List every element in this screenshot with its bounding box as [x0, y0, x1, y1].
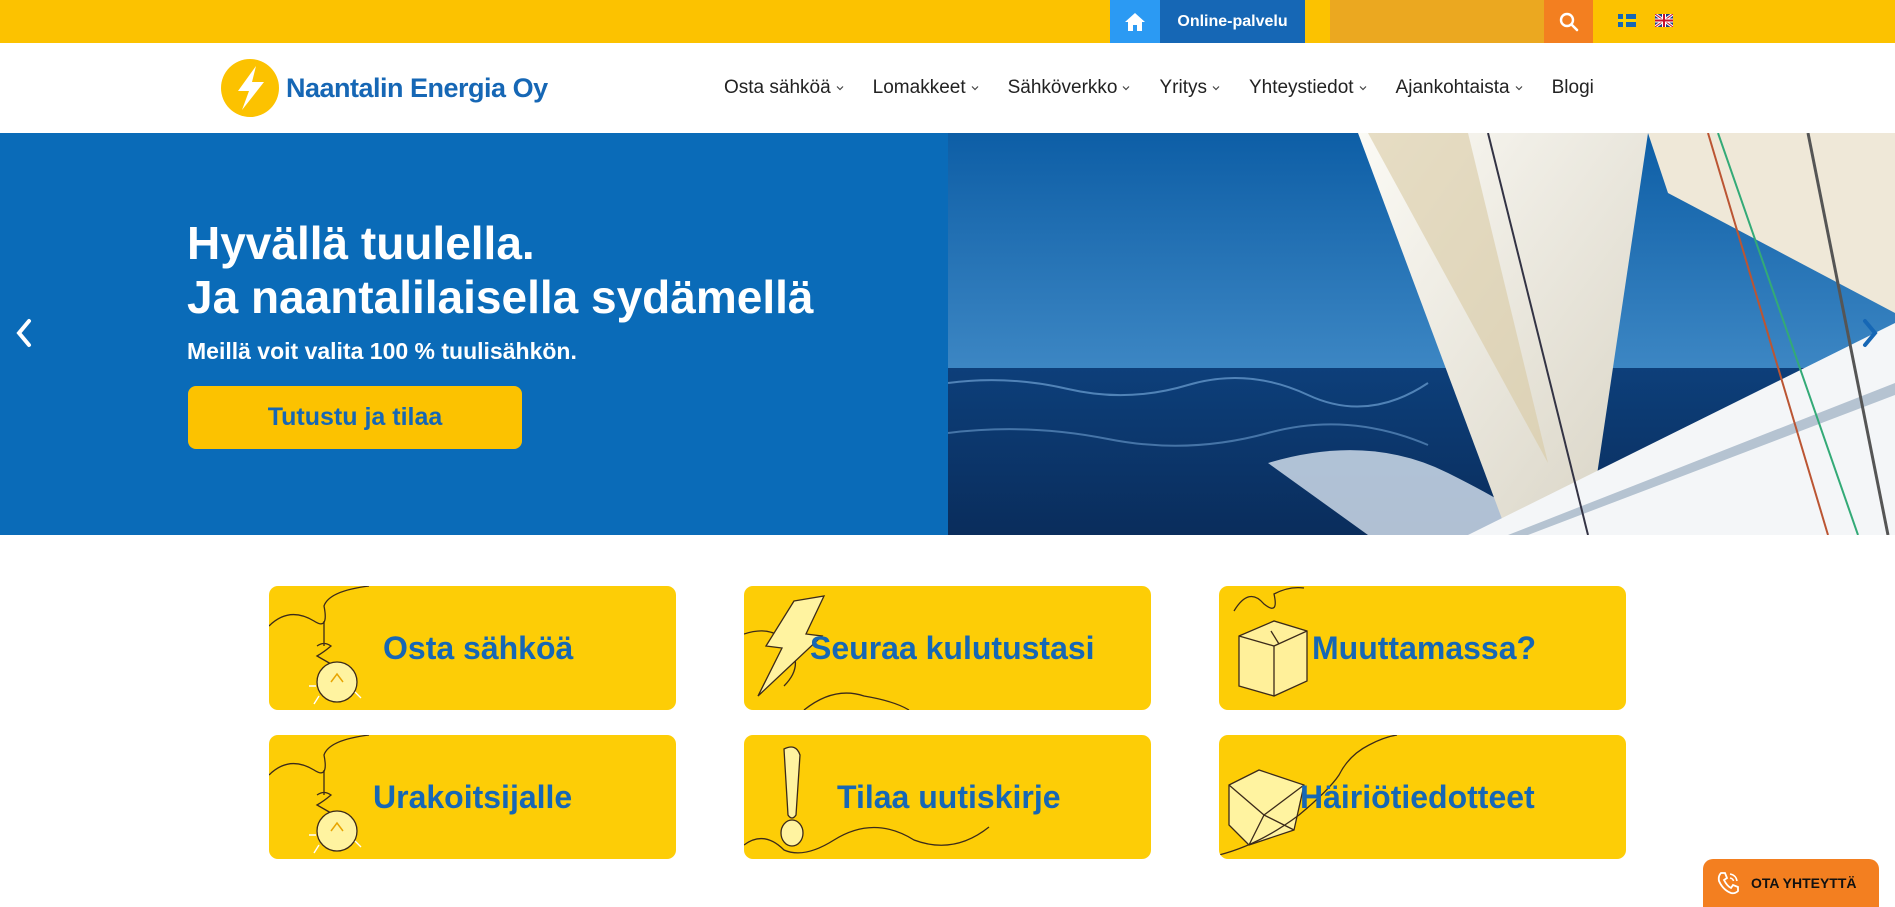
- tile-label: Muuttamassa?: [1312, 629, 1537, 666]
- lightbulb-icon: [269, 586, 370, 705]
- chevron-down-icon: [836, 86, 844, 91]
- hero-title-line1: Hyvällä tuulella.: [187, 217, 535, 269]
- tile-hairiotiedotteet[interactable]: Häiriötiedotteet: [1219, 735, 1626, 859]
- flag-sweden-icon[interactable]: [1618, 14, 1636, 27]
- nav-item-yhteystiedot[interactable]: Yhteystiedot: [1249, 77, 1367, 99]
- nav-item-ajankohtaista[interactable]: Ajankohtaista: [1396, 77, 1523, 99]
- nav-item-label: Sähköverkko: [1007, 77, 1118, 98]
- tile-label: Tilaa uutiskirje: [837, 778, 1061, 815]
- nav-item-sahkoverkko[interactable]: Sähköverkko: [1008, 77, 1131, 99]
- tile-muuttamassa[interactable]: Muuttamassa?: [1219, 586, 1626, 710]
- search-icon: [1559, 12, 1578, 31]
- hero-title-line2: Ja naantalilaisella sydämellä: [187, 271, 814, 323]
- tile-urakoitsijalle[interactable]: Urakoitsijalle: [269, 735, 676, 859]
- main-nav: Osta sähköä Lomakkeet Sähköverkko Yritys…: [724, 43, 1594, 133]
- nav-item-osta-sahkoa[interactable]: Osta sähköä: [724, 77, 844, 99]
- contact-label: OTA YHTEYTTÄ: [1751, 875, 1857, 891]
- brand-name: Naantalin Energia Oy: [286, 72, 548, 103]
- phone-icon: [1717, 872, 1739, 895]
- hero-cta-button[interactable]: Tutustu ja tilaa: [188, 386, 522, 449]
- logo[interactable]: Naantalin Energia Oy: [220, 58, 548, 118]
- chevron-down-icon: [1359, 86, 1366, 91]
- nav-item-yritys[interactable]: Yritys: [1159, 77, 1220, 99]
- tile-tilaa-uutiskirje[interactable]: Tilaa uutiskirje: [744, 735, 1151, 859]
- tile-osta-sahkoa[interactable]: Osta sähköä: [269, 586, 676, 710]
- sailboat-photo: [948, 133, 1895, 535]
- lightning-logo-icon: [221, 59, 279, 117]
- tile-label: Urakoitsijalle: [373, 778, 573, 815]
- lightbulb-icon: [269, 735, 370, 854]
- chevron-down-icon: [1212, 86, 1220, 91]
- home-icon[interactable]: [1110, 0, 1160, 43]
- chevron-down-icon: [1515, 86, 1523, 91]
- online-service-label[interactable]: Online-palvelu: [1160, 0, 1305, 43]
- online-service-link[interactable]: Online-palvelu: [1110, 0, 1305, 43]
- nav-item-label: Lomakkeet: [872, 77, 966, 98]
- tile-label: Häiriötiedotteet: [1300, 778, 1535, 815]
- chevron-left-icon[interactable]: [12, 316, 36, 350]
- chevron-down-icon: [971, 86, 979, 91]
- nav-item-blogi[interactable]: Blogi: [1552, 77, 1594, 99]
- nav-item-label: Blogi: [1551, 77, 1594, 98]
- flag-uk-icon[interactable]: [1655, 14, 1673, 27]
- hero-carousel: Hyvällä tuulella. Ja naantalilaisella sy…: [0, 133, 1895, 535]
- search-button[interactable]: [1544, 0, 1593, 43]
- search-input[interactable]: [1330, 0, 1544, 43]
- nav-item-label: Yritys: [1159, 77, 1207, 98]
- tile-label: Osta sähköä: [383, 629, 574, 666]
- chevron-right-icon[interactable]: [1858, 316, 1882, 350]
- nav-item-lomakkeet[interactable]: Lomakkeet: [873, 77, 979, 99]
- top-utility-bar: Online-palvelu: [0, 0, 1895, 43]
- contact-button[interactable]: OTA YHTEYTTÄ: [1703, 859, 1879, 907]
- hero-title: Hyvällä tuulella. Ja naantalilaisella sy…: [187, 216, 813, 324]
- nav-item-label: Osta sähköä: [724, 77, 831, 98]
- site-header: Naantalin Energia Oy Osta sähköä Lomakke…: [0, 43, 1895, 133]
- tile-seuraa-kulutustasi[interactable]: Seuraa kulutustasi: [744, 586, 1151, 710]
- nav-item-label: Ajankohtaista: [1395, 77, 1510, 98]
- nav-item-label: Yhteystiedot: [1248, 77, 1354, 98]
- tile-label: Seuraa kulutustasi: [810, 629, 1095, 666]
- chevron-down-icon: [1123, 86, 1130, 91]
- hero-subtitle: Meillä voit valita 100 % tuulisähkön.: [187, 338, 577, 364]
